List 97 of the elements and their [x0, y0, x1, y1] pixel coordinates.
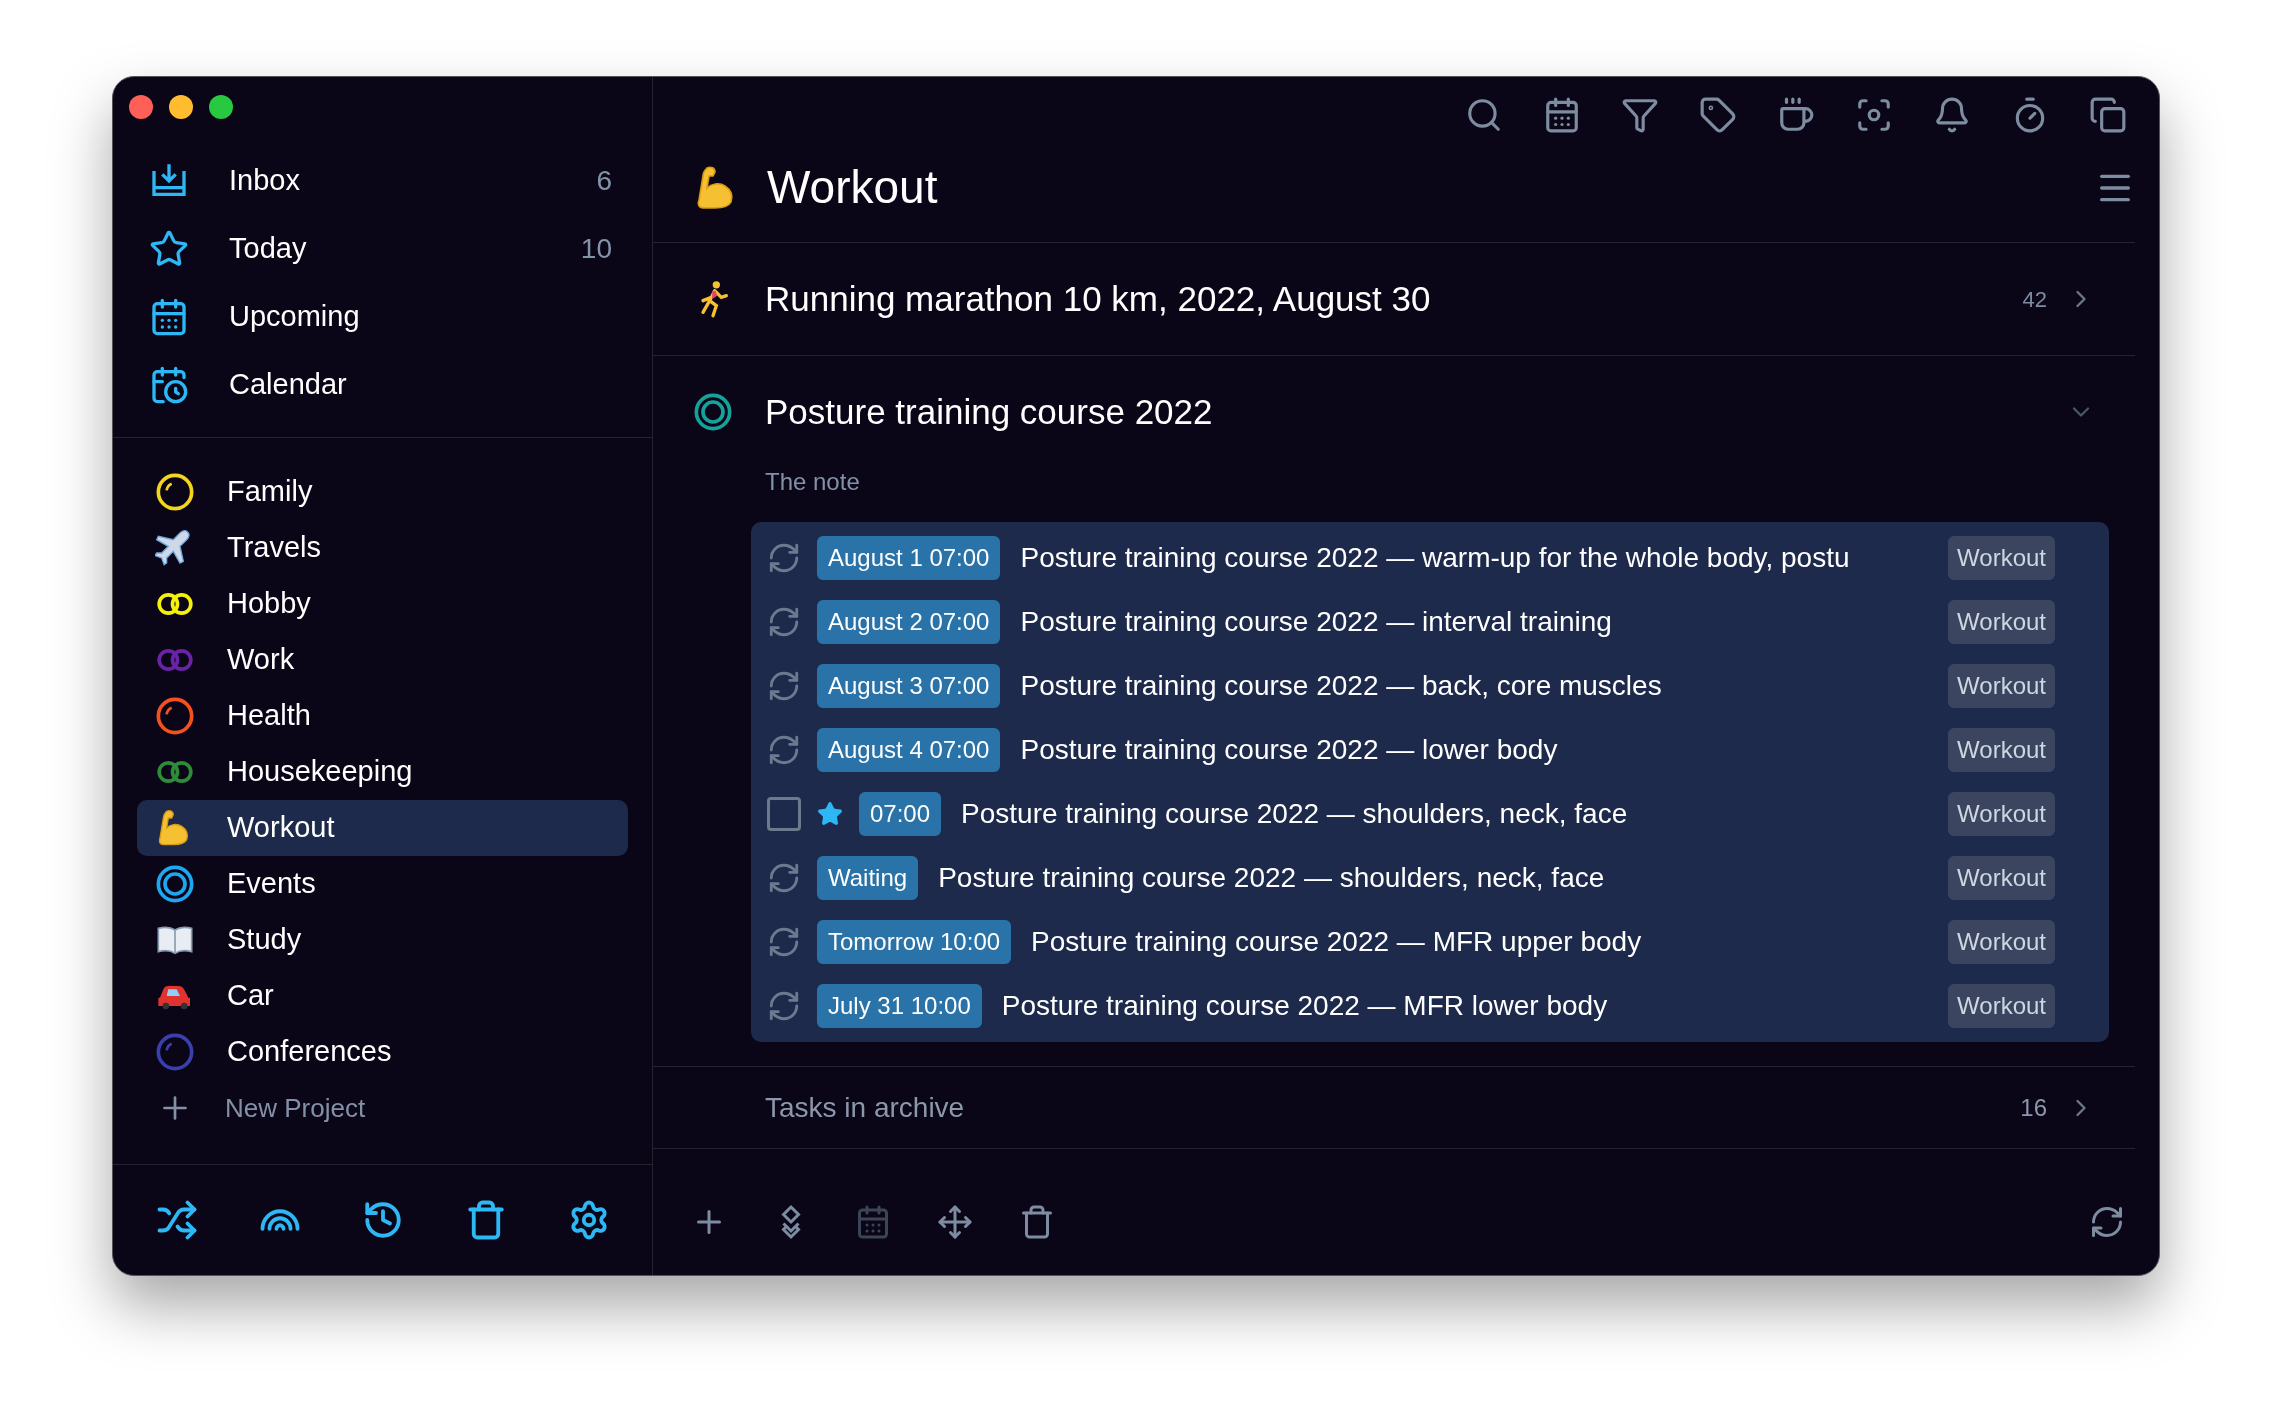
calendar-icon — [149, 297, 189, 337]
sidebar-nav-item[interactable]: Calendar — [137, 351, 628, 419]
project-label: Study — [227, 922, 302, 958]
shuffle-icon[interactable] — [155, 1199, 198, 1241]
project-label: Events — [227, 866, 316, 902]
refresh-icon[interactable] — [2089, 1204, 2125, 1240]
tag-icon[interactable] — [1699, 96, 1737, 134]
coffee-cup-icon[interactable] — [1777, 96, 1815, 134]
project-item[interactable]: Events — [137, 856, 628, 912]
project-item[interactable]: Family — [137, 464, 628, 520]
project-item[interactable]: Workout — [137, 800, 628, 856]
tag-chip: Workout — [1948, 728, 2055, 772]
trash-icon[interactable] — [1019, 1204, 1055, 1240]
tag-chip: Workout — [1948, 984, 2055, 1028]
task-title[interactable]: Posture training course 2022 — shoulders, neck, face — [938, 857, 1605, 899]
ring-icon — [155, 1032, 195, 1072]
project-label: Conferences — [227, 1034, 392, 1070]
sidebar-nav-item[interactable]: Today 10 — [137, 215, 628, 283]
date-chip: August 2 07:00 — [817, 600, 1001, 644]
minimize-window-button[interactable] — [169, 95, 193, 119]
project-item[interactable]: Car — [137, 968, 628, 1024]
date-chip: August 1 07:00 — [817, 536, 1001, 580]
project-label: Travels — [227, 530, 321, 566]
project-label: Car — [227, 978, 274, 1014]
nav-label: Upcoming — [229, 299, 360, 335]
repeat-icon[interactable] — [767, 541, 801, 575]
project-label: Work — [227, 642, 295, 678]
date-chip: August 4 07:00 — [817, 728, 1001, 772]
repeat-icon[interactable] — [767, 733, 801, 767]
archive-count: 16 — [2020, 1092, 2047, 1123]
project-item[interactable]: Hobby — [137, 576, 628, 632]
project-item[interactable]: Housekeeping — [137, 744, 628, 800]
nav-label: Today — [229, 231, 307, 267]
heading-count: 42 — [2022, 285, 2047, 314]
move-arrows-icon[interactable] — [937, 1204, 973, 1240]
task-title[interactable]: Posture training course 2022 — MFR upper body — [1031, 921, 1642, 963]
date-chip: July 31 10:00 — [817, 984, 982, 1028]
project-label: Housekeeping — [227, 754, 413, 790]
heading-row[interactable]: Posture training course 2022 — [653, 356, 2135, 468]
repeat-icon[interactable] — [767, 925, 801, 959]
new-project-button[interactable]: New Project — [137, 1080, 628, 1136]
repeat-icon[interactable] — [767, 669, 801, 703]
heading-title: Running marathon 10 km, 2022, August 30 — [765, 277, 1431, 320]
star-icon — [149, 229, 189, 269]
heading-row[interactable]: Running marathon 10 km, 2022, August 30 42 — [653, 243, 2135, 355]
nav-label: Inbox — [229, 163, 300, 199]
calendar-clock-icon — [149, 365, 189, 405]
nav-label: Calendar — [229, 367, 347, 403]
repeat-icon[interactable] — [767, 861, 801, 895]
focus-frame-icon[interactable] — [1855, 96, 1893, 134]
nav-count: 10 — [580, 232, 612, 266]
project-title: Workout — [767, 160, 938, 215]
calendar-icon[interactable] — [1543, 96, 1581, 134]
project-item[interactable]: Study — [137, 912, 628, 968]
ring-icon — [155, 472, 195, 512]
tag-chip: Workout — [1948, 536, 2055, 580]
tag-chip: Workout — [1948, 856, 2055, 900]
ring-icon — [155, 696, 195, 736]
task-title[interactable]: Posture training course 2022 — interval training — [1020, 601, 1612, 643]
project-item[interactable]: Health — [137, 688, 628, 744]
repeat-icon[interactable] — [767, 605, 801, 639]
tag-chip: Workout — [1948, 664, 2055, 708]
copy-icon[interactable] — [2089, 96, 2127, 134]
tag-chip: Workout — [1948, 792, 2055, 836]
task-title[interactable]: Posture training course 2022 — back, core muscles — [1020, 665, 1662, 707]
date-chip: Tomorrow 10:00 — [817, 920, 1012, 964]
archive-row[interactable]: Tasks in archive 16 — [653, 1067, 2135, 1149]
project-label: Health — [227, 698, 311, 734]
task-title[interactable]: Posture training course 2022 — shoulders, neck, face — [961, 793, 1628, 835]
nav-count: 6 — [596, 164, 612, 198]
project-item[interactable]: Travels — [137, 520, 628, 576]
project-label: Hobby — [227, 586, 311, 622]
heading-title: Posture training course 2022 — [765, 390, 1213, 433]
tag-chip: Workout — [1948, 920, 2055, 964]
task-title[interactable]: Posture training course 2022 — MFR lower body — [1001, 985, 1608, 1027]
bell-icon[interactable] — [1933, 96, 1971, 134]
tag-chip: Workout — [1948, 600, 2055, 644]
close-window-button[interactable] — [129, 95, 153, 119]
project-label: Workout — [227, 810, 335, 846]
search-icon[interactable] — [1465, 96, 1503, 134]
note-text: The note — [765, 467, 861, 497]
date-chip: Waiting — [817, 856, 919, 900]
sidebar-nav-item[interactable]: Inbox 6 — [137, 147, 628, 215]
task-checkbox[interactable] — [767, 797, 801, 831]
filter-icon[interactable] — [1621, 96, 1659, 134]
repeat-icon[interactable] — [767, 989, 801, 1023]
task-title[interactable]: Posture training course 2022 — lower body — [1020, 729, 1558, 771]
archive-label: Tasks in archive — [765, 1090, 965, 1125]
sidebar-nav-item[interactable]: Upcoming — [137, 283, 628, 351]
double-circle-icon — [155, 864, 195, 904]
project-item[interactable]: Conferences — [137, 1024, 628, 1080]
zoom-window-button[interactable] — [209, 95, 233, 119]
project-label: Family — [227, 474, 313, 510]
date-chip: 07:00 — [859, 792, 942, 836]
date-chip: August 3 07:00 — [817, 664, 1001, 708]
project-item[interactable]: Work — [137, 632, 628, 688]
task-title[interactable]: Posture training course 2022 — warm-up for the whole body, postu — [1020, 537, 1850, 579]
